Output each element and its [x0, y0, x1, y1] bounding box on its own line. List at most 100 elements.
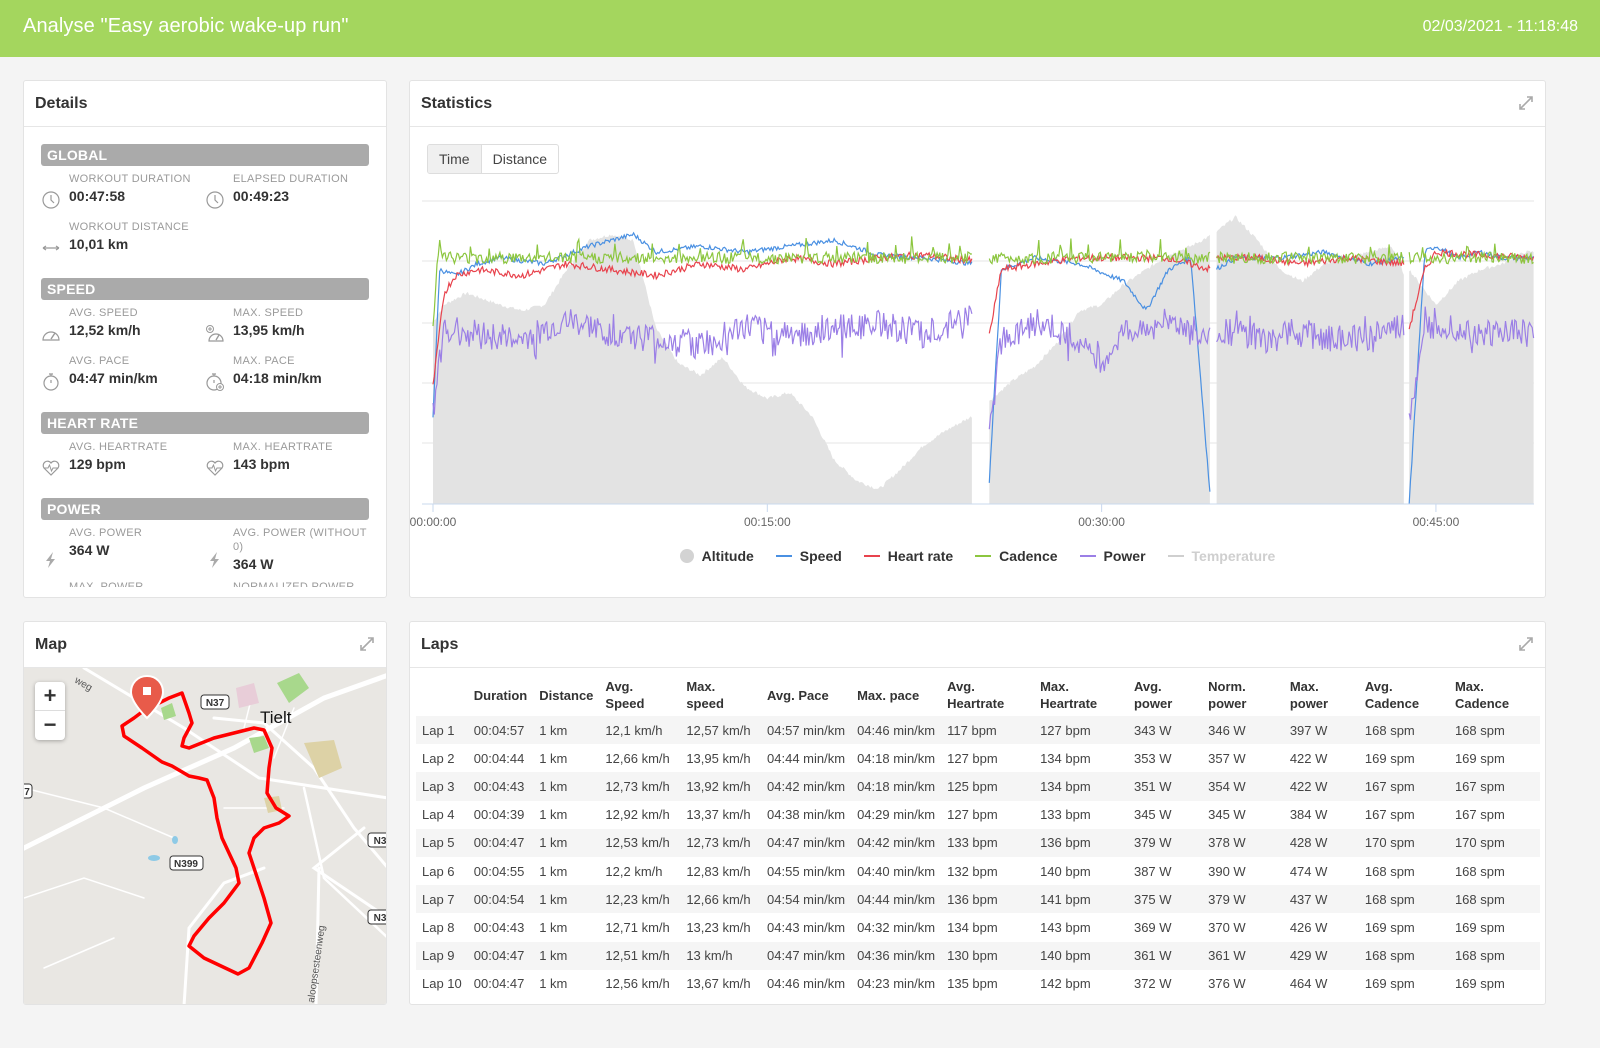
lap-cell: 04:44 min/km	[857, 891, 936, 907]
lap-cell: 135 bpm	[947, 976, 998, 992]
lap-cell: 464 W	[1289, 976, 1328, 992]
column-header[interactable]: Distance	[533, 674, 599, 716]
details-title: Details	[35, 95, 88, 112]
landuse-area	[304, 740, 342, 778]
metric-value: 12,52 km/h	[69, 322, 141, 338]
map-panel: Map N37 N399 N3 N3 7 Tielt weg aloopsest…	[23, 621, 387, 1005]
column-header[interactable]: Max. Heartrate	[1034, 674, 1128, 716]
lap-cell: 346 W	[1208, 722, 1246, 738]
legend-item-power[interactable]: Power	[1079, 548, 1146, 564]
lap-cell: 12,23 km/h	[605, 891, 670, 907]
column-header[interactable]: Avg. Heartrate	[941, 674, 1034, 716]
metric-max-pace: MAX. PACE 04:18 min/km	[205, 354, 369, 394]
lap-cell: 384 W	[1289, 807, 1328, 823]
lap-cell: 134 bpm	[1040, 750, 1091, 766]
column-header[interactable]: Avg. Cadence	[1359, 674, 1449, 716]
zoom-in-button[interactable]: +	[35, 682, 65, 711]
metric-value: 04:47 min/km	[69, 370, 158, 386]
pond	[172, 836, 178, 844]
statistics-header: Statistics	[410, 81, 1545, 127]
expand-icon[interactable]	[1517, 635, 1535, 653]
x-tick-label: 00:30:00	[1078, 515, 1125, 529]
metric-value: 10,01 km	[69, 236, 129, 252]
column-header[interactable]: Max. speed	[680, 674, 761, 716]
column-header[interactable]	[416, 674, 468, 716]
legend-item-temperature[interactable]: Temperature	[1167, 548, 1276, 564]
lap-cell: 12,71 km/h	[605, 919, 670, 935]
clock-icon	[41, 190, 61, 210]
metric-label: AVG. POWER (WITHOUT 0)	[233, 527, 367, 553]
lap-cell: 1 km	[539, 750, 568, 766]
street-label: weg	[72, 675, 94, 694]
lightning-icon	[41, 550, 61, 570]
column-header[interactable]: Avg. power	[1128, 674, 1202, 716]
pond	[148, 855, 160, 861]
route-map[interactable]: N37 N399 N3 N3 7 Tielt weg aloopsesteenw…	[24, 666, 387, 1004]
laps-header-row: Duration Distance Avg. Speed Max. speed Avg.…	[416, 674, 1540, 716]
lap-row[interactable]: Lap 1 00:04:57 1 km 12,1 km/h 12,57 km/h 04:5…	[416, 716, 1540, 745]
metric-value: 00:49:23	[233, 188, 290, 204]
road-label-n399: N399	[174, 859, 198, 870]
legend-item-altitude[interactable]: Altitude	[679, 548, 754, 564]
column-header[interactable]: Max. Cadence	[1449, 674, 1540, 716]
lap-cell: 12,51 km/h	[605, 948, 670, 964]
lap-cell: 361 W	[1208, 948, 1246, 964]
expand-icon[interactable]	[358, 635, 376, 653]
lap-row[interactable]: Lap 7 00:04:54 1 km 12,23 km/h 12,66 km/h 04:…	[416, 885, 1540, 914]
lap-cell: 387 W	[1133, 863, 1172, 879]
metric-workout-duration: WORKOUT DURATION 00:47:58	[41, 172, 205, 212]
lap-name: Lap 6	[422, 863, 455, 879]
lap-cell: 04:18 min/km	[857, 778, 936, 794]
lap-cell: 04:42 min/km	[767, 778, 846, 794]
lap-row[interactable]: Lap 4 00:04:39 1 km 12,92 km/h 13,37 km/h 04:…	[416, 801, 1540, 829]
lap-row[interactable]: Lap 9 00:04:47 1 km 12,51 km/h 13 km/h 04:47 …	[416, 941, 1540, 970]
lap-cell: 04:47 min/km	[767, 835, 846, 851]
speedometer-icon	[41, 324, 61, 344]
lap-cell: 13 km/h	[686, 948, 733, 964]
lap-row[interactable]: Lap 8 00:04:43 1 km 12,71 km/h 13,23 km/h 04:…	[416, 913, 1540, 941]
road-label-n3b: N3	[374, 913, 387, 924]
column-header[interactable]: Avg. Pace	[761, 674, 851, 716]
legend-item-speed[interactable]: Speed	[775, 548, 842, 564]
lap-cell: 376 W	[1208, 976, 1246, 992]
road-label-n3: N3	[374, 836, 387, 847]
toggle-time[interactable]: Time	[428, 145, 482, 173]
column-header[interactable]: Max. pace	[851, 674, 941, 716]
lap-row[interactable]: Lap 10 00:04:47 1 km 12,56 km/h 13,67 km/h 04…	[416, 970, 1540, 998]
metric-label: ELAPSED DURATION	[233, 173, 349, 185]
lap-name: Lap 2	[422, 750, 455, 766]
statistics-chart[interactable]: 00:00:00 00:15:00 00:30:00 00:45:00	[410, 191, 1546, 531]
lap-cell: 345 W	[1133, 807, 1172, 823]
metric-max-power: MAX. POWER	[41, 580, 205, 587]
lap-cell: 134 bpm	[1040, 778, 1091, 794]
lap-row[interactable]: Lap 5 00:04:47 1 km 12,53 km/h 12,73 km/h 04:…	[416, 828, 1540, 857]
column-header[interactable]: Duration	[468, 674, 533, 716]
lap-cell: 169 spm	[1364, 750, 1415, 766]
lap-cell: 1 km	[539, 948, 568, 964]
lap-cell: 12,57 km/h	[686, 722, 751, 738]
details-body[interactable]: GLOBAL WORKOUT DURATION 00:47:58 ELAPSED DU…	[24, 127, 386, 587]
lap-row[interactable]: Lap 2 00:04:44 1 km 12,66 km/h 13,95 km/h 04:…	[416, 744, 1540, 772]
lap-cell: 00:04:44	[473, 750, 525, 766]
toggle-distance[interactable]: Distance	[482, 145, 558, 173]
lap-cell: 369 W	[1133, 919, 1172, 935]
route-path	[120, 691, 291, 976]
legend-item-heart-rate[interactable]: Heart rate	[863, 548, 953, 564]
zoom-out-button[interactable]: −	[35, 711, 65, 740]
lap-cell: 422 W	[1289, 778, 1328, 794]
legend-item-cadence[interactable]: Cadence	[975, 548, 1058, 564]
lap-cell: 12,53 km/h	[605, 835, 670, 851]
lap-cell: 428 W	[1289, 835, 1328, 851]
column-header[interactable]: Max. power	[1284, 674, 1359, 716]
lap-row[interactable]: Lap 3 00:04:43 1 km 12,73 km/h 13,92 km/h 04:…	[416, 772, 1540, 801]
lap-cell: 04:36 min/km	[857, 948, 936, 964]
legend-label: Temperature	[1191, 548, 1276, 564]
section-metrics: AVG. HEARTRATE 129 bpm MAX. HEARTRATE 143 b…	[41, 440, 369, 488]
expand-icon[interactable]	[1517, 94, 1535, 112]
road-label-n37: N37	[206, 698, 225, 709]
column-header[interactable]: Norm. power	[1202, 674, 1284, 716]
column-header[interactable]: Avg. Speed	[599, 674, 680, 716]
lap-row[interactable]: Lap 6 00:04:55 1 km 12,2 km/h 12,83 km/h 04:5…	[416, 857, 1540, 885]
lap-cell: 169 spm	[1454, 919, 1505, 935]
lap-cell: 127 bpm	[947, 750, 998, 766]
